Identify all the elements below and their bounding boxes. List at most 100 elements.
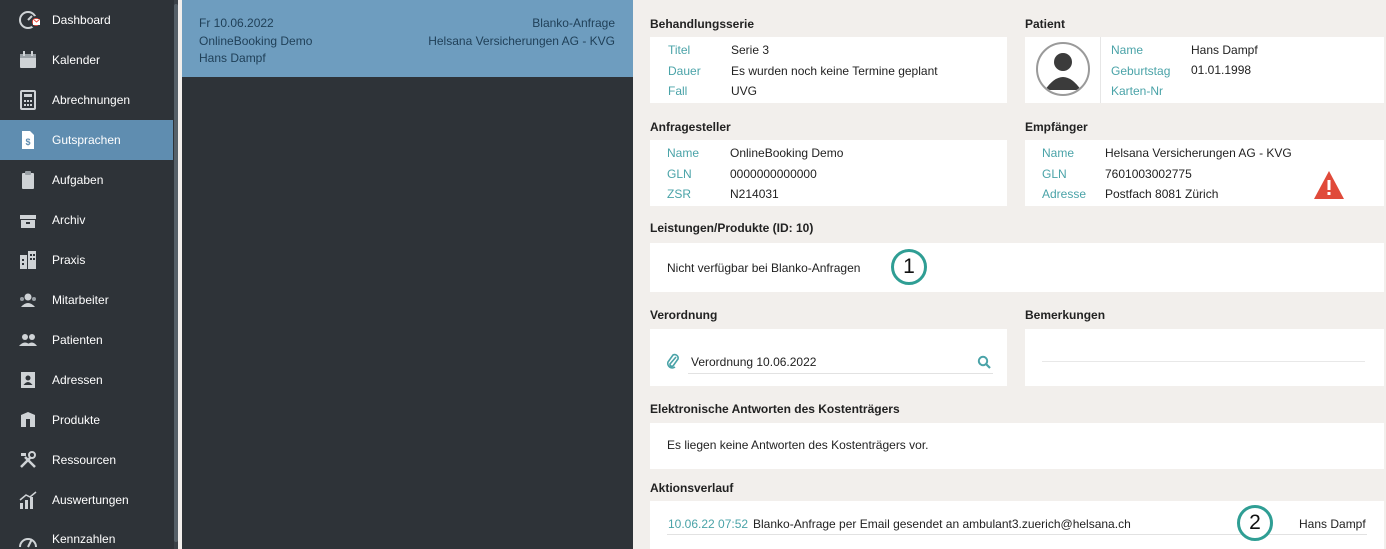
sidebar-item-label: Archiv — [52, 213, 86, 227]
paperclip-icon — [666, 353, 680, 372]
sidebar-item-label: Praxis — [52, 253, 86, 267]
bemerkungen-box — [1025, 329, 1384, 386]
value-gln: 0000000000000 — [730, 167, 817, 181]
sidebar-item-archiv[interactable]: Archiv — [0, 200, 173, 240]
value-name: Helsana Versicherungen AG - KVG — [1105, 146, 1292, 160]
list-item[interactable]: Fr 10.06.2022 OnlineBooking Demo Hans Da… — [182, 0, 633, 77]
list-item-date: Fr 10.06.2022 — [199, 16, 274, 30]
bemerkungen-input[interactable] — [1042, 361, 1365, 362]
label-zsr: ZSR — [667, 187, 691, 201]
building-icon — [18, 250, 38, 270]
sidebar-item-label: Produkte — [52, 413, 101, 427]
label-gln: GLN — [667, 167, 692, 181]
sidebar-item-adressen[interactable]: Adressen — [0, 360, 173, 400]
section-title-patient: Patient — [1025, 17, 1066, 31]
label-fall: Fall — [668, 84, 688, 98]
entry-text: Blanko-Anfrage per Email gesendet an amb… — [753, 517, 1131, 531]
sidebar-item-kalender[interactable]: Kalender — [0, 40, 173, 80]
label-name: Name — [667, 146, 700, 160]
sidebar-item-dashboard[interactable]: Dashboard — [0, 0, 173, 40]
list-item-type: Blanko-Anfrage — [532, 16, 615, 30]
verordnung-file-link[interactable]: Verordnung 10.06.2022 — [691, 355, 816, 369]
request-list: Fr 10.06.2022 OnlineBooking Demo Hans Da… — [182, 0, 633, 549]
sidebar-item-label: Ressourcen — [52, 453, 117, 467]
sidebar: Dashboard Kalender Abrechnungen $ Gutspr… — [0, 0, 178, 549]
notification-badge-icon — [30, 16, 42, 28]
sidebar-item-label: Aufgaben — [52, 173, 104, 187]
svg-text:$: $ — [25, 137, 30, 147]
sidebar-item-label: Mitarbeiter — [52, 293, 109, 307]
value-titel: Serie 3 — [731, 43, 770, 57]
section-title-anfragesteller: Anfragesteller — [650, 120, 731, 134]
avatar-placeholder-icon — [1045, 53, 1081, 90]
label-name: Name — [1111, 43, 1144, 57]
search-icon[interactable] — [977, 355, 991, 372]
patient-box: Name Hans Dampf Geburtstag 01.01.1998 Ka… — [1025, 37, 1384, 103]
detail-pane: Behandlungsserie Titel Serie 3 Dauer Es … — [633, 0, 1386, 549]
staff-icon — [18, 290, 38, 310]
antworten-box: Es liegen keine Antworten des Kostenträg… — [650, 423, 1384, 469]
sidebar-item-kennzahlen[interactable]: Kennzahlen — [0, 520, 173, 549]
address-book-icon — [18, 370, 38, 390]
value-name: OnlineBooking Demo — [730, 146, 844, 160]
value-adresse: Postfach 8081 Zürich — [1105, 187, 1219, 201]
label-karten-nr: Karten-Nr — [1111, 84, 1164, 98]
label-dauer: Dauer — [668, 64, 701, 78]
sidebar-item-praxis[interactable]: Praxis — [0, 240, 173, 280]
label-name: Name — [1042, 146, 1075, 160]
sidebar-item-label: Adressen — [52, 373, 103, 387]
empfaenger-box: Name Helsana Versicherungen AG - KVG GLN… — [1025, 140, 1384, 206]
document-dollar-icon: $ — [18, 130, 38, 150]
value-geburtstag: 01.01.1998 — [1191, 63, 1252, 77]
sidebar-item-aufgaben[interactable]: Aufgaben — [0, 160, 173, 200]
sidebar-item-ressourcen[interactable]: Ressourcen — [0, 440, 173, 480]
value-dauer: Es wurden noch keine Termine geplant — [731, 64, 938, 78]
section-title-empfaenger: Empfänger — [1025, 120, 1088, 134]
anfragesteller-box: Name OnlineBooking Demo GLN 000000000000… — [650, 140, 1007, 206]
annotation-marker-2: 2 — [1237, 505, 1273, 541]
value-fall: UVG — [731, 84, 758, 98]
sidebar-item-label: Gutsprachen — [52, 133, 121, 147]
sidebar-item-label: Abrechnungen — [52, 93, 131, 107]
list-item-patient: Hans Dampf — [199, 51, 266, 65]
products-icon — [18, 410, 38, 430]
section-title-antworten: Elektronische Antworten des Kostenträger… — [650, 402, 900, 416]
calculator-icon — [18, 90, 38, 110]
sidebar-item-label: Dashboard — [52, 13, 111, 27]
sidebar-item-label: Auswertungen — [52, 493, 129, 507]
value-name: Hans Dampf — [1191, 43, 1258, 57]
sidebar-item-auswertungen[interactable]: Auswertungen — [0, 480, 173, 520]
section-title-verordnung: Verordnung — [650, 308, 718, 322]
label-gln: GLN — [1042, 167, 1067, 181]
sidebar-item-mitarbeiter[interactable]: Mitarbeiter — [0, 280, 173, 320]
entry-time: 10.06.22 07:52 — [668, 517, 749, 531]
label-geburtstag: Geburtstag — [1111, 64, 1171, 78]
calendar-icon — [18, 50, 38, 70]
label-adresse: Adresse — [1042, 187, 1087, 201]
section-title-aktionsverlauf: Aktionsverlauf — [650, 481, 734, 495]
verordnung-box: Verordnung 10.06.2022 — [650, 329, 1007, 386]
sidebar-item-abrechnungen[interactable]: Abrechnungen — [0, 80, 173, 120]
sidebar-scrollbar[interactable] — [174, 0, 178, 549]
warning-icon[interactable] — [1313, 170, 1345, 203]
tools-icon — [18, 450, 38, 470]
list-item-sender: OnlineBooking Demo — [199, 34, 313, 48]
chart-icon — [18, 490, 38, 510]
section-title-bemerkungen: Bemerkungen — [1025, 308, 1106, 322]
sidebar-item-produkte[interactable]: Produkte — [0, 400, 173, 440]
label-titel: Titel — [668, 43, 691, 57]
entry-user: Hans Dampf — [1299, 517, 1366, 531]
patients-icon — [18, 330, 38, 350]
leistungen-text: Nicht verfügbar bei Blanko-Anfragen — [667, 261, 861, 275]
antworten-text: Es liegen keine Antworten des Kostenträg… — [667, 438, 929, 452]
gauge-icon — [18, 530, 38, 549]
value-gln: 7601003002775 — [1105, 167, 1192, 181]
section-title-behandlungsserie: Behandlungsserie — [650, 17, 755, 31]
list-item-recipient: Helsana Versicherungen AG - KVG — [428, 34, 615, 48]
behandlungsserie-box: Titel Serie 3 Dauer Es wurden noch keine… — [650, 37, 1007, 103]
sidebar-item-gutsprachen[interactable]: $ Gutsprachen — [0, 120, 173, 160]
leistungen-box: Nicht verfügbar bei Blanko-Anfragen 1 — [650, 243, 1384, 292]
sidebar-item-patienten[interactable]: Patienten — [0, 320, 173, 360]
aktionsverlauf-box: 10.06.22 07:52 Blanko-Anfrage per Email … — [650, 501, 1384, 549]
clipboard-icon — [18, 170, 38, 190]
